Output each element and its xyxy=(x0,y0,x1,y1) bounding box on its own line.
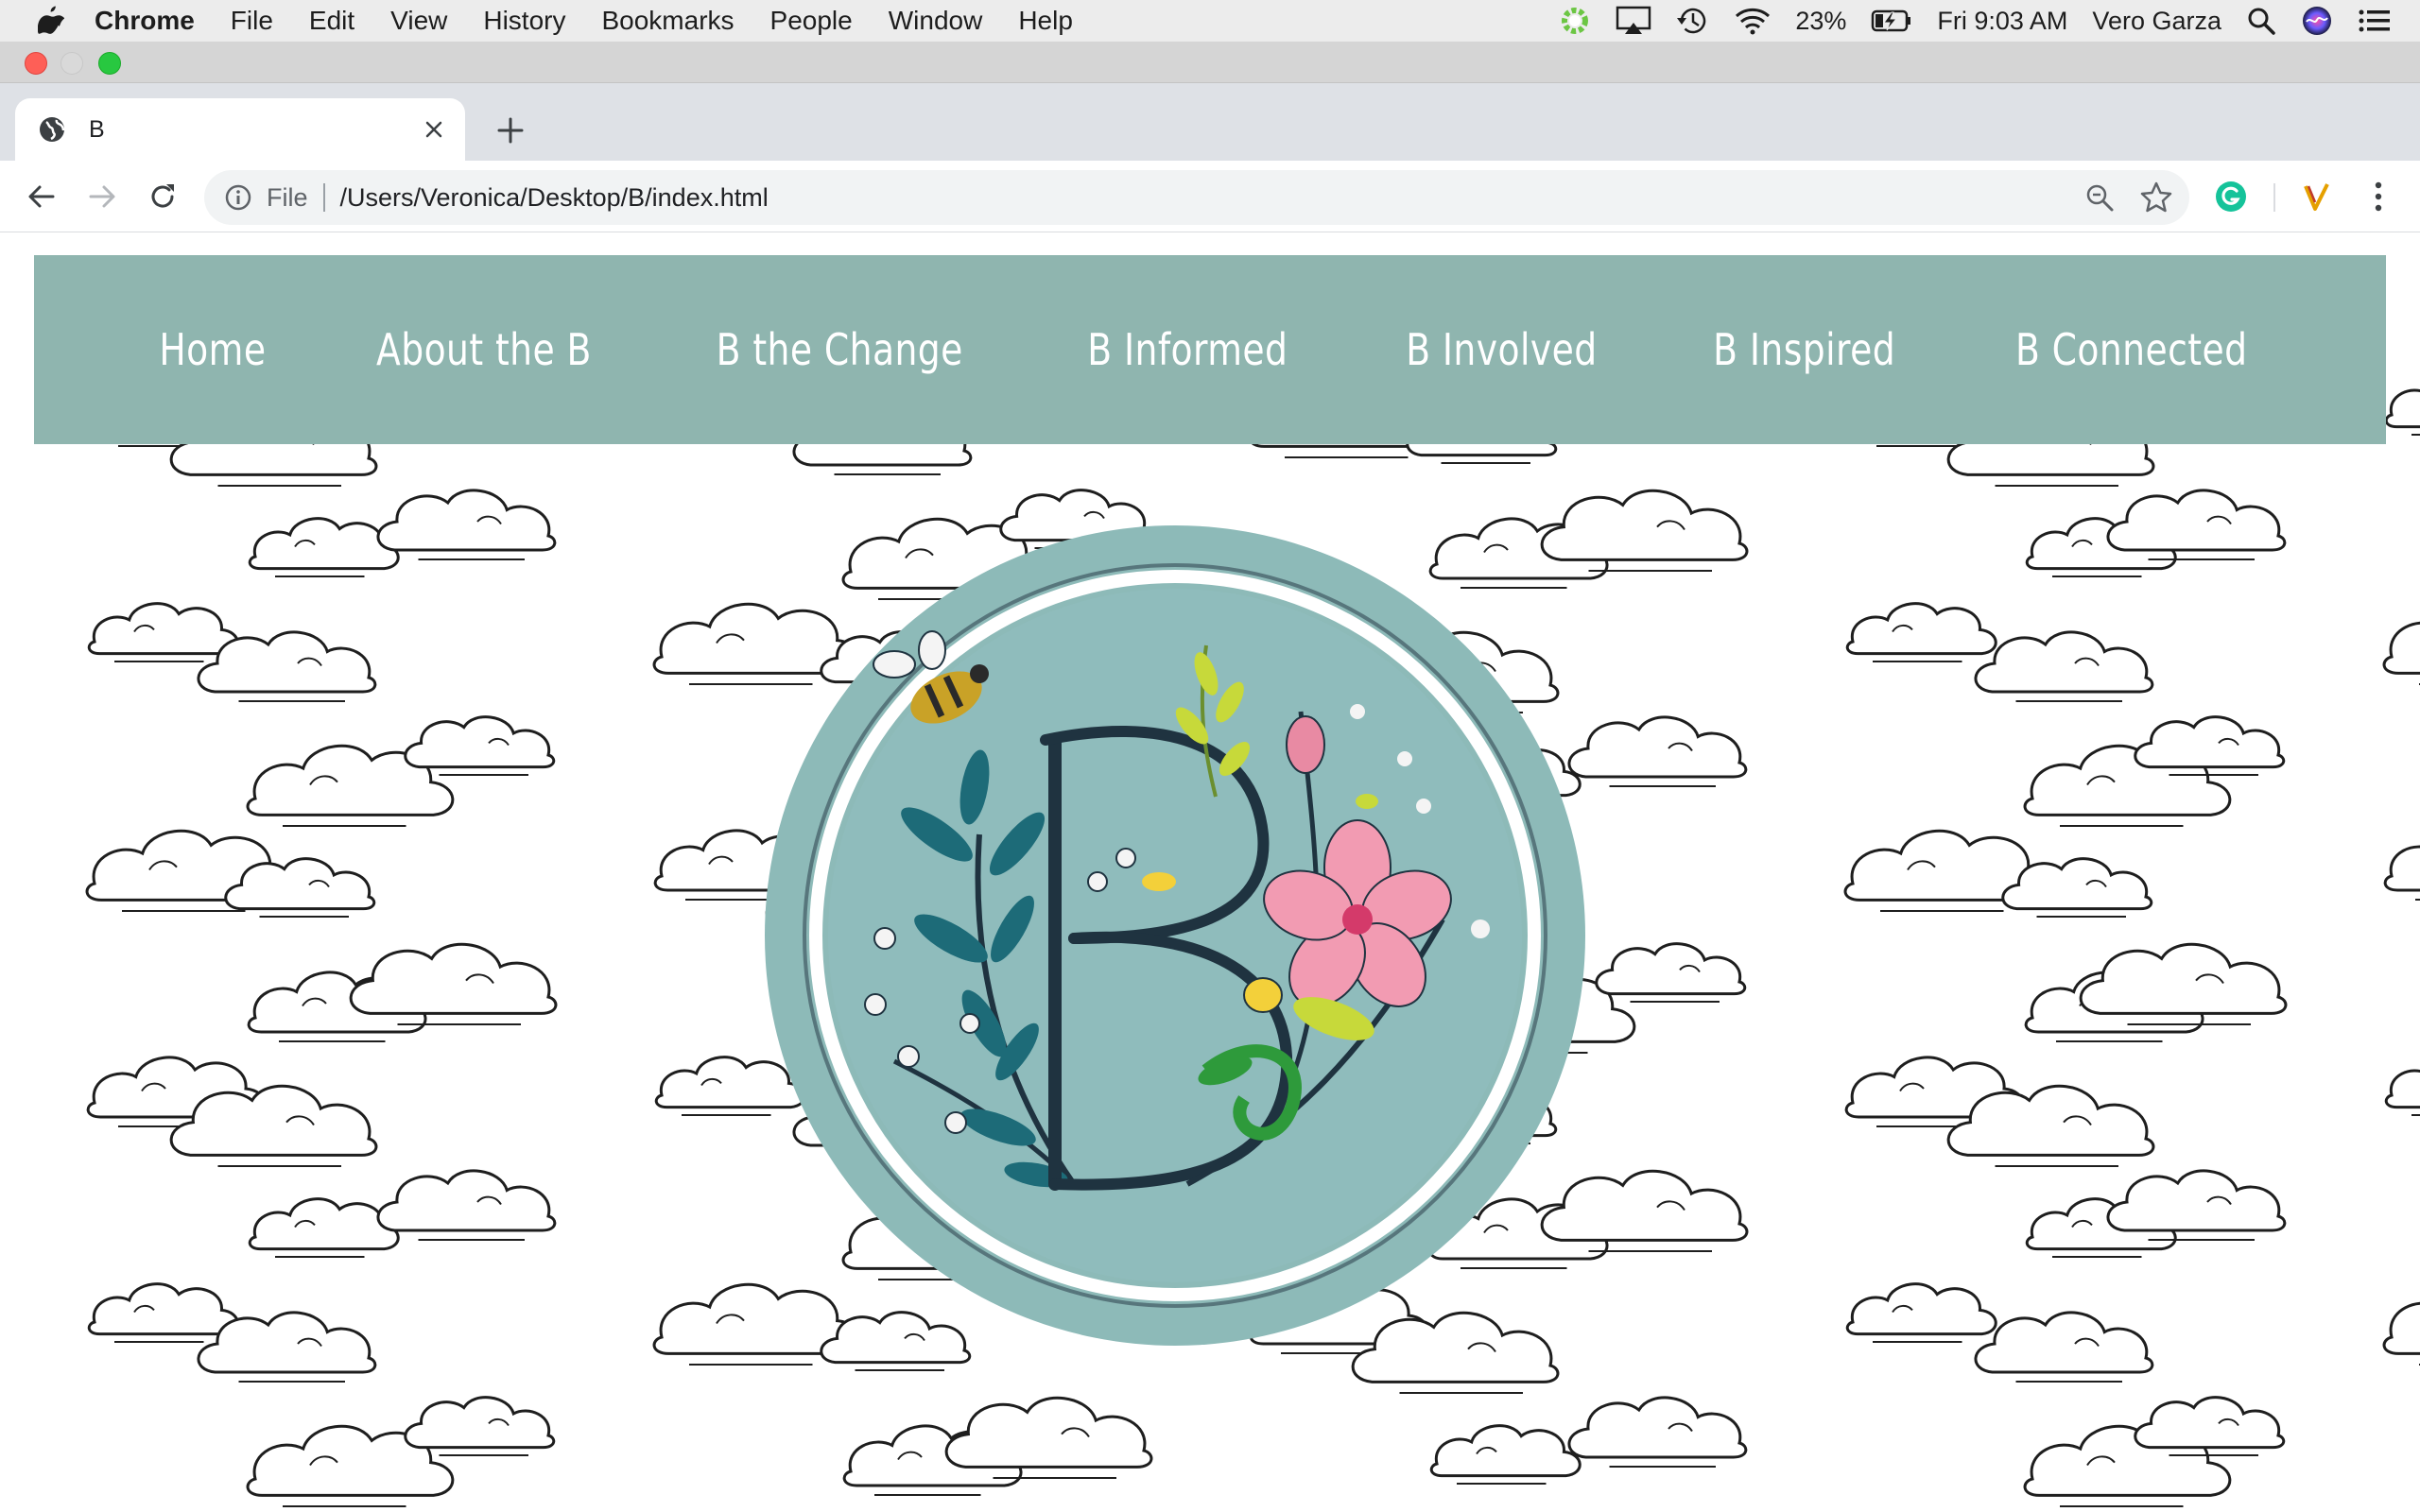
cloud-doodle xyxy=(404,1396,556,1456)
cloud-doodle xyxy=(2384,1069,2420,1116)
back-button[interactable] xyxy=(19,174,64,219)
floral-b-logo xyxy=(765,525,1585,1346)
battery-charging-icon[interactable] xyxy=(1871,0,1912,42)
cloud-doodle xyxy=(2382,1301,2420,1366)
page-viewport[interactable]: Home About the B B the Change B Informed… xyxy=(0,233,2420,1512)
cloud-doodle xyxy=(2382,621,2420,686)
notification-center-icon[interactable] xyxy=(2358,0,2392,42)
cloud-doodle xyxy=(1974,1311,2154,1383)
cloud-doodle xyxy=(2384,388,2420,436)
menu-people[interactable]: People xyxy=(770,0,853,42)
cloud-doodle xyxy=(2106,489,2287,560)
battery-percent: 23% xyxy=(1795,6,1847,35)
cloud-doodle xyxy=(404,715,556,776)
tab-strip: B xyxy=(0,83,2420,161)
chrome-menu-icon[interactable] xyxy=(2360,178,2397,215)
vimeo-extension-icon[interactable] xyxy=(2297,178,2335,215)
cloud-doodle xyxy=(1567,715,1748,787)
cloud-doodle xyxy=(376,489,557,560)
macos-menu-bar: Chrome File Edit View History Bookmarks … xyxy=(0,0,2420,42)
nav-link-about[interactable]: About the B xyxy=(376,324,592,375)
nav-link-home[interactable]: Home xyxy=(159,324,266,375)
cloud-doodle xyxy=(349,942,558,1026)
menu-window[interactable]: Window xyxy=(889,0,983,42)
cloud-doodle xyxy=(1845,602,1997,662)
cloud-doodle xyxy=(376,1169,557,1241)
cloud-doodle xyxy=(2079,942,2288,1026)
siri-icon[interactable] xyxy=(2301,0,2333,42)
browser-toolbar: File /Users/Veronica/Desktop/B/index.htm… xyxy=(0,161,2420,232)
menu-help[interactable]: Help xyxy=(1018,0,1073,42)
wifi-icon[interactable] xyxy=(1735,0,1771,42)
cloud-doodle xyxy=(248,1197,400,1258)
cloud-doodle xyxy=(1845,1282,1997,1343)
cloud-doodle xyxy=(87,602,239,662)
forward-button[interactable] xyxy=(79,174,125,219)
cloud-doodle xyxy=(87,1282,239,1343)
menu-file[interactable]: File xyxy=(231,0,273,42)
toolbar-divider xyxy=(2273,183,2275,212)
menu-view[interactable]: View xyxy=(390,0,447,42)
menu-app-name[interactable]: Chrome xyxy=(95,0,195,42)
tab-title: B xyxy=(89,115,105,143)
nav-link-b-informed[interactable]: B Informed xyxy=(1087,324,1288,375)
cloud-doodle xyxy=(2134,1396,2286,1456)
menubar-user[interactable]: Vero Garza xyxy=(2092,7,2221,36)
cloud-doodle xyxy=(2106,1169,2287,1241)
minimize-window-button[interactable] xyxy=(60,52,83,75)
menu-bookmarks[interactable]: Bookmarks xyxy=(601,0,734,42)
zoom-window-button[interactable] xyxy=(98,52,121,75)
globe-icon xyxy=(40,117,65,142)
site-navigation: Home About the B B the Change B Informed… xyxy=(34,255,2386,444)
nav-link-b-inspired[interactable]: B Inspired xyxy=(1713,324,1895,375)
zoom-out-icon[interactable] xyxy=(2083,181,2116,214)
window-titlebar xyxy=(0,42,2420,83)
omnibox-divider xyxy=(322,183,325,212)
menu-history[interactable]: History xyxy=(483,0,565,42)
nav-link-b-the-change[interactable]: B the Change xyxy=(717,324,963,375)
cloud-doodle xyxy=(248,517,400,577)
browser-tab[interactable]: B xyxy=(15,98,465,161)
cloud-doodle xyxy=(1567,1396,1748,1468)
menubar-clock[interactable]: Fri 9:03 AM xyxy=(1937,7,2067,36)
cloud-doodle xyxy=(2383,845,2420,901)
cloud-doodle xyxy=(1429,1424,1582,1485)
url-text[interactable]: /Users/Veronica/Desktop/B/index.html xyxy=(340,183,769,213)
reload-button[interactable] xyxy=(140,174,185,219)
spotlight-search-icon[interactable] xyxy=(2246,0,2276,42)
cloud-doodle xyxy=(1974,630,2154,702)
apple-menu-icon[interactable] xyxy=(38,0,66,42)
menu-edit[interactable]: Edit xyxy=(309,0,354,42)
cloud-doodle xyxy=(1595,942,1747,1003)
sync-status-icon[interactable] xyxy=(1559,0,1591,42)
address-bar[interactable]: File /Users/Veronica/Desktop/B/index.htm… xyxy=(204,170,2189,225)
new-tab-button[interactable] xyxy=(490,110,531,151)
nav-link-b-connected[interactable]: B Connected xyxy=(2015,324,2248,375)
nav-link-b-involved[interactable]: B Involved xyxy=(1406,324,1597,375)
airplay-icon[interactable] xyxy=(1616,0,1651,42)
close-window-button[interactable] xyxy=(25,52,47,75)
cloud-doodle xyxy=(2134,715,2286,776)
cloud-doodle xyxy=(944,1396,1153,1480)
site-info-icon[interactable] xyxy=(223,182,253,213)
time-machine-icon[interactable] xyxy=(1676,0,1710,42)
grammarly-extension-icon[interactable] xyxy=(2212,178,2250,215)
url-scheme-label: File xyxy=(267,182,308,212)
bookmark-star-icon[interactable] xyxy=(2138,180,2174,215)
tab-close-icon[interactable] xyxy=(418,113,450,146)
